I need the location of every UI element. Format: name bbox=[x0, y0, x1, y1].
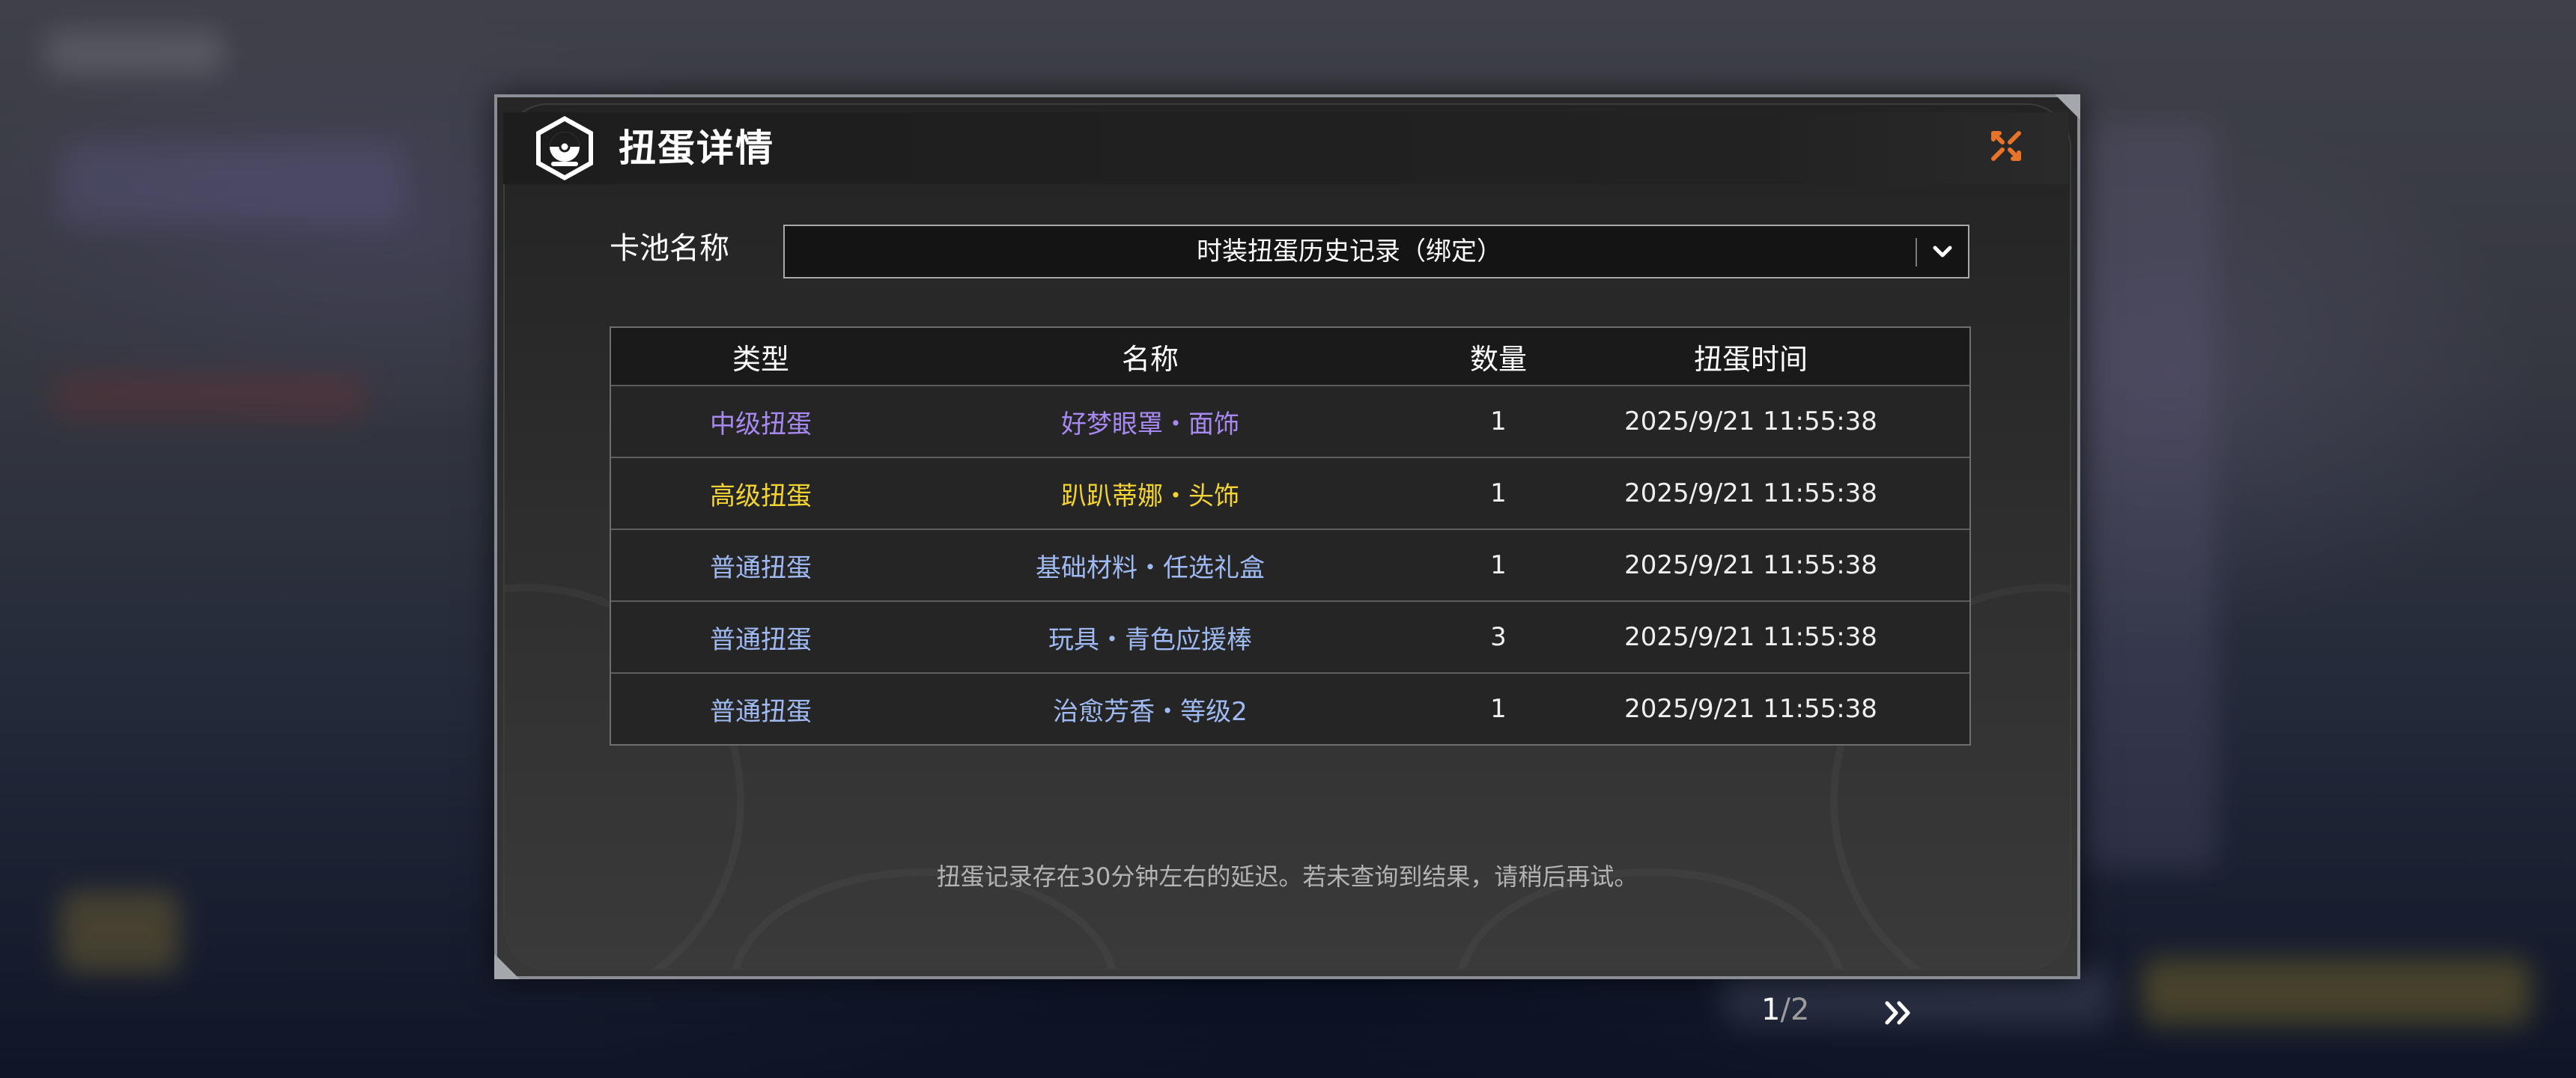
row-type: 中级扭蛋 bbox=[710, 409, 812, 439]
row-item-name: 好梦眼罩・面饰 bbox=[1061, 409, 1239, 439]
row-item-name: 治愈芳香・等级2 bbox=[1053, 696, 1248, 727]
pool-name-label: 卡池名称 bbox=[610, 231, 729, 266]
table-row: 普通扭蛋 玩具・青色应援棒 3 2025/9/21 11:55:38 bbox=[611, 600, 1969, 672]
row-type: 普通扭蛋 bbox=[710, 552, 812, 583]
column-header-type: 类型 bbox=[732, 342, 789, 376]
pool-dropdown[interactable]: 时装扭蛋历史记录（绑定） bbox=[783, 225, 1969, 278]
row-item-name: 基础材料・任选礼盒 bbox=[1036, 552, 1265, 583]
row-quantity: 1 bbox=[1490, 550, 1507, 580]
delay-notice: 扭蛋记录存在30分钟左右的延迟。若未查询到结果，请稍后再试。 bbox=[936, 862, 1638, 891]
row-time: 2025/9/21 11:55:38 bbox=[1624, 694, 1877, 724]
gacha-details-dialog: 扭蛋详情 卡池名称 时装扭蛋历史记录（绑定） 类型 名称 数量 扭蛋时间 中级扭… bbox=[494, 94, 2080, 1027]
gacha-history-table: 类型 名称 数量 扭蛋时间 中级扭蛋 好梦眼罩・面饰 1 2025/9/21 1… bbox=[610, 326, 1971, 746]
table-row: 普通扭蛋 治愈芳香・等级2 1 2025/9/21 11:55:38 bbox=[611, 672, 1969, 744]
corner-accent bbox=[494, 954, 520, 979]
dropdown-divider bbox=[1916, 238, 1917, 267]
row-time: 2025/9/21 11:55:38 bbox=[1624, 622, 1877, 652]
close-x-icon[interactable] bbox=[1980, 120, 2032, 172]
row-time: 2025/9/21 11:55:38 bbox=[1624, 406, 1877, 436]
row-quantity: 3 bbox=[1490, 622, 1507, 652]
page-separator: / bbox=[1780, 993, 1790, 1027]
total-pages: 2 bbox=[1790, 993, 1810, 1027]
row-time: 2025/9/21 11:55:38 bbox=[1624, 550, 1877, 580]
row-type: 普通扭蛋 bbox=[710, 696, 812, 727]
table-header-row: 类型 名称 数量 扭蛋时间 bbox=[611, 328, 1969, 385]
gacha-capsule-emblem-icon bbox=[536, 116, 593, 180]
row-quantity: 1 bbox=[1490, 694, 1507, 724]
table-row: 高级扭蛋 趴趴蒂娜・头饰 1 2025/9/21 11:55:38 bbox=[611, 457, 1969, 529]
row-time: 2025/9/21 11:55:38 bbox=[1624, 478, 1877, 508]
row-type: 高级扭蛋 bbox=[710, 481, 812, 511]
pagination-indicator: 1/2 bbox=[1761, 993, 1809, 1027]
row-item-name: 趴趴蒂娜・头饰 bbox=[1061, 481, 1239, 511]
table-row: 中级扭蛋 好梦眼罩・面饰 1 2025/9/21 11:55:38 bbox=[611, 385, 1969, 457]
double-chevron-right-icon[interactable] bbox=[1880, 994, 1917, 1032]
column-header-quantity: 数量 bbox=[1469, 342, 1527, 376]
dialog-title: 扭蛋详情 bbox=[619, 127, 774, 170]
chevron-down-icon[interactable] bbox=[1928, 237, 1957, 267]
current-page: 1 bbox=[1761, 993, 1781, 1027]
column-header-time: 扭蛋时间 bbox=[1693, 342, 1808, 376]
row-quantity: 1 bbox=[1490, 478, 1507, 508]
row-type: 普通扭蛋 bbox=[710, 624, 812, 655]
table-row: 普通扭蛋 基础材料・任选礼盒 1 2025/9/21 11:55:38 bbox=[611, 529, 1969, 600]
row-quantity: 1 bbox=[1490, 406, 1507, 436]
row-item-name: 玩具・青色应援棒 bbox=[1048, 624, 1252, 655]
column-header-name: 名称 bbox=[1121, 342, 1179, 376]
pool-dropdown-value: 时装扭蛋历史记录（绑定） bbox=[1197, 237, 1502, 267]
